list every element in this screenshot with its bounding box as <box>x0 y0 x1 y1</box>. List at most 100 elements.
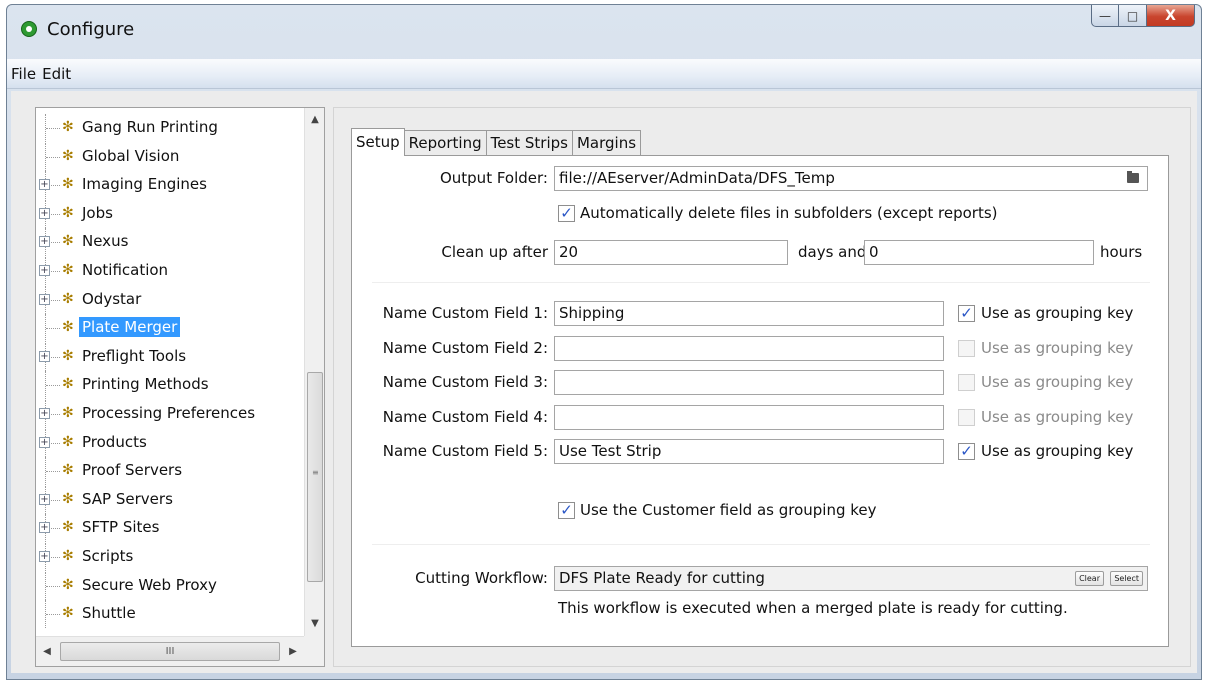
expand-icon[interactable]: + <box>39 265 50 276</box>
grouping-key-checkbox[interactable] <box>958 408 975 426</box>
grouping-key-label: Use as grouping key <box>981 442 1134 460</box>
tree-horizontal-scrollbar[interactable]: ◀ III ▶ <box>36 636 304 666</box>
checkmark-icon: ✓ <box>960 304 973 322</box>
cutting-workflow-note: This workflow is executed when a merged … <box>558 599 1068 617</box>
tree-item[interactable]: + ✻ Preflight Tools <box>36 342 304 371</box>
tree-item[interactable]: + ✻ Nexus <box>36 228 304 257</box>
tree-item[interactable]: + ✻ Imaging Engines <box>36 171 304 200</box>
tab-test-strips[interactable]: Test Strips <box>486 130 573 156</box>
custom-field-input[interactable] <box>554 404 944 430</box>
grouping-key-checkbox[interactable]: ✓ <box>958 443 975 460</box>
menu-file[interactable]: File <box>11 65 36 83</box>
tab-margins[interactable]: Margins <box>572 130 642 156</box>
clear-button[interactable]: Clear <box>1075 571 1104 586</box>
grouping-key-checkbox[interactable] <box>958 374 975 391</box>
grouping-key-checkbox[interactable] <box>958 339 975 357</box>
cutting-workflow-value: DFS Plate Ready for cutting <box>559 569 765 587</box>
expand-icon[interactable]: + <box>39 207 50 219</box>
expand-icon[interactable]: + <box>39 436 50 448</box>
app-icon <box>21 21 37 37</box>
auto-delete-checkbox[interactable]: ✓ <box>558 205 575 222</box>
tree-item-label: Scripts <box>82 547 134 565</box>
tree-item[interactable]: ✻ Printing Methods <box>36 371 304 400</box>
tab-reporting[interactable]: Reporting <box>404 130 487 156</box>
select-button[interactable]: Select <box>1110 571 1143 586</box>
gear-icon: ✻ <box>62 376 74 393</box>
scroll-up-icon[interactable]: ▲ <box>305 110 325 130</box>
tree-connector <box>46 385 60 387</box>
expand-icon[interactable]: + <box>39 551 50 562</box>
close-button[interactable]: X <box>1147 5 1195 27</box>
tree-item[interactable]: + ✻ Processing Preferences <box>36 400 304 428</box>
tree-item-label: Secure Web Proxy <box>82 575 217 594</box>
tree-item-label: Proof Servers <box>82 461 183 480</box>
menu-edit[interactable]: Edit <box>42 65 71 83</box>
tree-vertical-scrollbar[interactable]: ▲ ≡ ▼ <box>304 108 324 636</box>
scroll-down-icon[interactable]: ▼ <box>305 614 325 634</box>
custom-field-input[interactable] <box>554 335 944 361</box>
tree-item-partial[interactable] <box>36 629 304 636</box>
tree-item[interactable]: ✻ Secure Web Proxy <box>36 571 304 600</box>
tree-item[interactable]: + ✻ SFTP Sites <box>36 514 304 543</box>
tab-setup[interactable]: Setup <box>351 128 405 156</box>
gear-icon: ✻ <box>62 147 74 164</box>
configure-window: Configure — □ X File Edit ✻ Gang Run Prin… <box>6 4 1202 680</box>
menu-bar: File Edit <box>7 59 1201 89</box>
title-bar[interactable]: Configure — □ X <box>7 5 1201 59</box>
tree-item[interactable]: + ✻ Odystar <box>36 285 304 314</box>
tree-item[interactable]: ✻ Gang Run Printing <box>36 114 304 142</box>
expand-icon[interactable]: + <box>39 350 50 362</box>
expand-icon[interactable]: + <box>39 408 50 419</box>
grouping-key-label: Use as grouping key <box>981 373 1134 391</box>
minimize-button[interactable]: — <box>1091 5 1119 27</box>
expand-icon[interactable]: + <box>39 293 50 305</box>
tree-item-label: Notification <box>82 261 169 279</box>
tree-item[interactable]: ✻ Proof Servers <box>36 457 304 486</box>
gear-icon: ✻ <box>62 548 74 564</box>
grouping-key-label: Use as grouping key <box>981 304 1134 322</box>
checkmark-icon: ✓ <box>560 204 573 222</box>
maximize-button[interactable]: □ <box>1119 5 1147 27</box>
grouping-key-checkbox[interactable]: ✓ <box>958 305 975 322</box>
folder-icon[interactable] <box>1127 171 1139 183</box>
expand-icon[interactable]: + <box>39 522 50 534</box>
tree-item[interactable]: + ✻ Notification <box>36 257 304 285</box>
tree-item-label: Processing Preferences <box>82 404 256 422</box>
tree-connector <box>46 614 60 616</box>
gear-icon: ✻ <box>62 519 74 536</box>
expand-icon[interactable]: + <box>39 236 50 248</box>
custom-field-input[interactable]: Shipping <box>554 301 944 326</box>
tree-item[interactable]: ✻ Shuttle <box>36 600 304 629</box>
scroll-thumb[interactable]: ≡ <box>307 372 323 582</box>
tree-item[interactable]: ✻ Global Vision <box>36 142 304 171</box>
settings-panel: Setup Reporting Test Strips Margins Outp… <box>333 107 1191 667</box>
grip-icon: ≡ <box>312 468 319 477</box>
customer-grouping-checkbox[interactable]: ✓ <box>558 502 575 519</box>
scroll-left-icon[interactable]: ◀ <box>38 642 56 662</box>
window-title: Configure <box>47 19 135 40</box>
expand-icon[interactable]: + <box>39 179 50 191</box>
tree-item[interactable]: + ✻ Scripts <box>36 543 304 571</box>
grouping-key-label: Use as grouping key <box>981 407 1134 426</box>
output-folder-input[interactable]: file://AEserver/AdminData/DFS_Temp <box>554 166 1148 191</box>
gear-icon: ✻ <box>62 204 74 221</box>
cleanup-hours-input[interactable]: 0 <box>864 240 1094 265</box>
cutting-workflow-label: Cutting Workflow: <box>415 569 548 587</box>
tree-item[interactable]: + ✻ SAP Servers <box>36 485 304 514</box>
tree-item[interactable]: + ✻ Jobs <box>36 199 304 228</box>
gear-icon: ✻ <box>62 605 74 622</box>
scroll-right-icon[interactable]: ▶ <box>284 642 302 662</box>
customer-grouping-label: Use the Customer field as grouping key <box>580 501 877 519</box>
tree-item-label: Printing Methods <box>82 375 209 394</box>
hscroll-thumb[interactable]: III <box>60 642 280 661</box>
custom-field-label: Name Custom Field 2: <box>382 338 548 357</box>
gear-icon: ✻ <box>62 462 74 479</box>
gear-icon: ✻ <box>62 290 74 307</box>
custom-field-input[interactable]: Use Test Strip <box>554 439 944 464</box>
custom-field-input[interactable] <box>554 370 944 395</box>
expand-icon[interactable]: + <box>39 493 50 505</box>
tree-item[interactable]: + ✻ Products <box>36 428 304 457</box>
tree-item[interactable]: ✻ Plate Merger <box>36 314 304 343</box>
output-folder-value: file://AEserver/AdminData/DFS_Temp <box>559 169 835 187</box>
cleanup-days-input[interactable]: 20 <box>554 240 788 265</box>
